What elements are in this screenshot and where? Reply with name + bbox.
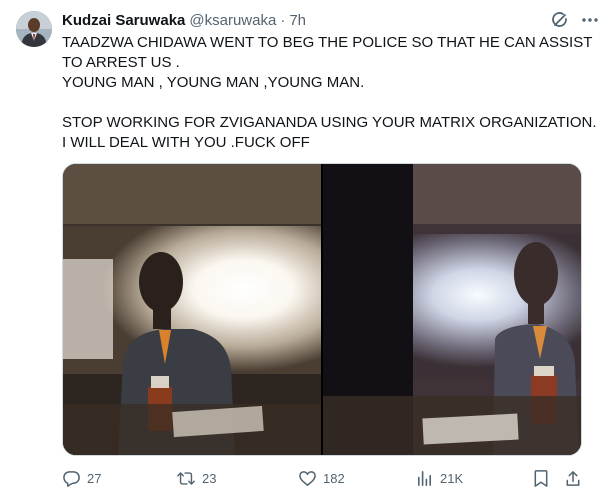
action-bar: 27 23 182 21K bbox=[62, 466, 582, 490]
views-count: 21K bbox=[440, 470, 464, 486]
post-time[interactable]: 7h bbox=[289, 12, 306, 29]
header-icons bbox=[550, 10, 600, 30]
reply-button[interactable]: 27 bbox=[62, 469, 101, 488]
reply-icon bbox=[62, 469, 81, 488]
grok-icon[interactable] bbox=[550, 10, 570, 30]
retweet-icon bbox=[176, 469, 196, 488]
author-handle[interactable]: @ksaruwaka bbox=[189, 12, 276, 29]
share-button[interactable] bbox=[564, 469, 582, 488]
views-button[interactable]: 21K bbox=[415, 469, 463, 488]
tweet-text: TAADZWA CHIDAWA WENT TO BEG THE POLICE S… bbox=[62, 34, 597, 151]
more-icon[interactable] bbox=[580, 10, 600, 30]
photo-left-image bbox=[63, 164, 321, 455]
share-icon bbox=[564, 469, 582, 488]
separator-dot: · bbox=[280, 11, 286, 29]
photo-left[interactable] bbox=[63, 164, 321, 455]
avatar[interactable] bbox=[16, 11, 52, 47]
like-count: 182 bbox=[323, 470, 345, 486]
photo-right[interactable] bbox=[323, 164, 581, 455]
bookmark-icon bbox=[532, 469, 550, 488]
author-name[interactable]: Kudzai Saruwaka bbox=[62, 12, 185, 29]
photo-right-image bbox=[323, 164, 581, 455]
like-button[interactable]: 182 bbox=[298, 469, 345, 488]
tweet: Kudzai Saruwaka @ksaruwaka · 7h TAADZWA … bbox=[0, 0, 616, 495]
retweet-button[interactable]: 23 bbox=[176, 469, 216, 488]
media-grid bbox=[62, 163, 582, 456]
avatar-image bbox=[16, 11, 52, 47]
bookmark-button[interactable] bbox=[532, 469, 550, 488]
reply-count: 27 bbox=[87, 470, 102, 486]
views-icon bbox=[415, 469, 434, 488]
like-icon bbox=[298, 469, 317, 488]
retweet-count: 23 bbox=[202, 470, 217, 486]
tweet-header: Kudzai Saruwaka @ksaruwaka · 7h bbox=[62, 10, 600, 30]
